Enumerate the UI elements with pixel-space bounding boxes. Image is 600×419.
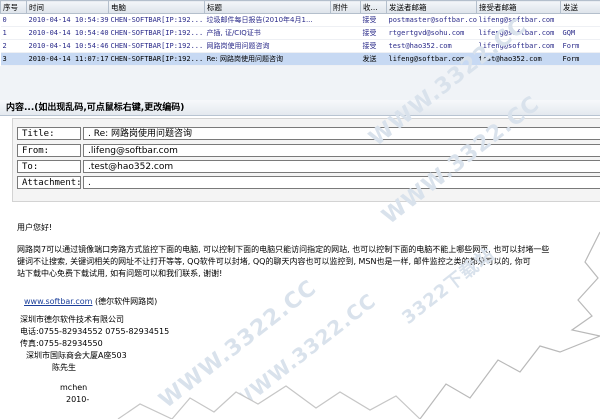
body-line: 站下载中心免费下载试用, 如有问题可以和我们联系, 谢谢! bbox=[17, 269, 223, 278]
table-row[interactable]: 2 2010-04-14 10:54:46 CHEN-SOFTBAR[IP:19… bbox=[0, 39, 600, 53]
grid-header-row: 序号 时间 电脑 标题 附件 收... 发送者邮箱 接受者邮箱 发送 bbox=[0, 0, 600, 14]
row-sender: test@hao352.com bbox=[386, 39, 477, 53]
signature-tel: 电话:0755-82934552 0755-82934515 bbox=[20, 327, 170, 336]
col-header-receiver[interactable]: 接受者邮箱 bbox=[476, 0, 561, 14]
mail-body: 用户您好! 网路岗7可以通过镜像端口旁路方式监控下面的电脑, 可以控制下面的电脑… bbox=[0, 206, 600, 419]
row-time: 2010-04-14 11:07:17 bbox=[26, 52, 109, 66]
row-subject: 产插, 证/CIQ证书 bbox=[204, 26, 331, 40]
row-pc: CHEN-SOFTBAR[IP:192... bbox=[108, 39, 205, 53]
row-direction: 发送 bbox=[360, 52, 387, 66]
row-direction: 接受 bbox=[360, 26, 387, 40]
table-row[interactable]: 1 2010-04-14 10:54:40 CHEN-SOFTBAR[IP:19… bbox=[0, 26, 600, 40]
signature-contact: 陈先生 bbox=[52, 363, 76, 372]
row-direction: 接受 bbox=[360, 13, 387, 27]
row-subject: Re: 网路岗使用问题咨询 bbox=[204, 52, 331, 66]
row-direction: 接受 bbox=[360, 39, 387, 53]
row-extra bbox=[560, 13, 600, 27]
list-footer-area bbox=[0, 66, 600, 101]
row-no: 3 bbox=[0, 52, 27, 66]
mail-header-fields: Title: . Re: 网路岗使用问题咨询 From: .lifeng@sof… bbox=[0, 118, 600, 204]
row-time: 2010-04-14 10:54:40 bbox=[26, 26, 109, 40]
mail-list-grid: 序号 时间 电脑 标题 附件 收... 发送者邮箱 接受者邮箱 发送 0 201… bbox=[0, 0, 600, 67]
table-row-selected[interactable]: 3 2010-04-14 11:07:17 CHEN-SOFTBAR[IP:19… bbox=[0, 52, 600, 66]
row-subject: 垃圾邮件每日报告(2010年4月1... bbox=[204, 13, 331, 27]
field-value[interactable]: . bbox=[83, 176, 600, 189]
quoted-date: 2010- bbox=[66, 395, 90, 404]
row-extra: Form bbox=[560, 52, 600, 66]
row-subject: 网路岗使用问题咨询 bbox=[204, 39, 331, 53]
col-header-time[interactable]: 时间 bbox=[26, 0, 109, 14]
row-time: 2010-04-14 10:54:46 bbox=[26, 39, 109, 53]
body-greeting: 用户您好! bbox=[17, 223, 53, 232]
row-extra: Form bbox=[560, 39, 600, 53]
row-attachment bbox=[330, 26, 361, 40]
row-no: 2 bbox=[0, 39, 27, 53]
signature-site: www.softbar.com (德尔软件网路岗) bbox=[24, 296, 157, 307]
row-time: 2010-04-14 10:54:39 bbox=[26, 13, 109, 27]
row-attachment bbox=[330, 52, 361, 66]
row-receiver: test@hao352.com bbox=[476, 52, 561, 66]
quoted-name: mchen bbox=[60, 383, 88, 392]
row-sender: postmaster@softbar.com bbox=[386, 13, 477, 27]
col-header-no[interactable]: 序号 bbox=[0, 0, 27, 14]
col-header-subject[interactable]: 标题 bbox=[204, 0, 331, 14]
row-extra: GQM bbox=[560, 26, 600, 40]
row-receiver: lifeng@softbar.com bbox=[476, 26, 561, 40]
site-link[interactable]: www.softbar.com bbox=[24, 297, 92, 306]
row-pc: CHEN-SOFTBAR[IP:192... bbox=[108, 26, 205, 40]
signature-address: 深圳市国际商会大厦A座503 bbox=[26, 351, 127, 360]
field-label: Title: bbox=[17, 127, 81, 140]
content-panel-title: 内容...(如出现乱码,可点鼠标右键,更改编码) bbox=[0, 100, 600, 116]
row-pc: CHEN-SOFTBAR[IP:192... bbox=[108, 13, 205, 27]
row-pc: CHEN-SOFTBAR[IP:192... bbox=[108, 52, 205, 66]
field-value[interactable]: .lifeng@softbar.com bbox=[83, 144, 600, 157]
row-attachment bbox=[330, 39, 361, 53]
row-no: 0 bbox=[0, 13, 27, 27]
row-receiver: lifeng@softbar.com bbox=[476, 13, 561, 27]
field-label: Attachment: bbox=[17, 176, 82, 189]
field-label: To: bbox=[17, 160, 81, 173]
row-attachment bbox=[330, 13, 361, 27]
field-label: From: bbox=[17, 144, 81, 157]
signature-fax: 传真:0755-82934550 bbox=[20, 339, 103, 348]
signature-company: 深圳市德尔软件技术有限公司 bbox=[20, 315, 124, 324]
col-header-direction[interactable]: 收... bbox=[360, 0, 387, 14]
col-header-pc[interactable]: 电脑 bbox=[108, 0, 205, 14]
col-header-sender[interactable]: 发送者邮箱 bbox=[386, 0, 477, 14]
body-line: 键词不让搜索, 关键词相关的网址不让打开等等, QQ软件可以封堵, QQ的聊天内… bbox=[17, 257, 531, 266]
row-no: 1 bbox=[0, 26, 27, 40]
row-receiver: lifeng@softbar.com bbox=[476, 39, 561, 53]
site-name: (德尔软件网路岗) bbox=[95, 297, 158, 306]
row-sender: lifeng@softbar.com bbox=[386, 52, 477, 66]
field-value[interactable]: . Re: 网路岗使用问题咨询 bbox=[83, 127, 600, 140]
row-sender: rtgertgvd@sohu.com bbox=[386, 26, 477, 40]
body-line: 网路岗7可以通过镜像端口旁路方式监控下面的电脑, 可以控制下面的电脑只能访问指定… bbox=[17, 245, 550, 254]
col-header-attachment[interactable]: 附件 bbox=[330, 0, 361, 14]
field-value[interactable]: .test@hao352.com bbox=[83, 160, 600, 173]
table-row[interactable]: 0 2010-04-14 10:54:39 CHEN-SOFTBAR[IP:19… bbox=[0, 13, 600, 27]
col-header-extra[interactable]: 发送 bbox=[560, 0, 600, 14]
